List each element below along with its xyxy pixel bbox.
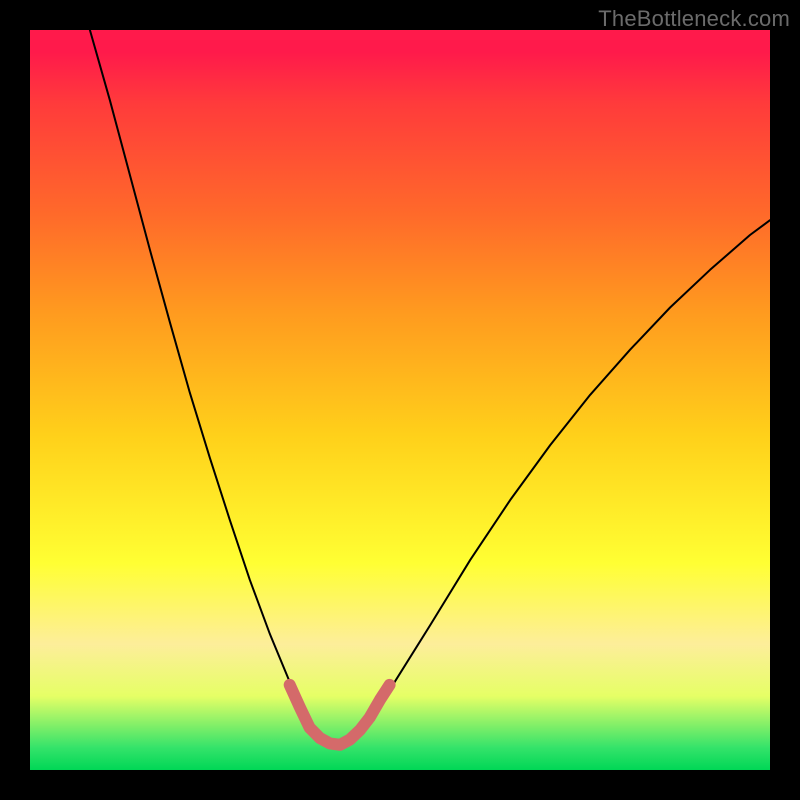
curve-left xyxy=(90,30,310,721)
curve-right xyxy=(370,220,770,721)
curves-layer xyxy=(30,30,770,770)
watermark-text: TheBottleneck.com xyxy=(598,6,790,32)
plot-area xyxy=(30,30,770,770)
curve-trough xyxy=(290,685,390,745)
chart-frame: TheBottleneck.com xyxy=(0,0,800,800)
